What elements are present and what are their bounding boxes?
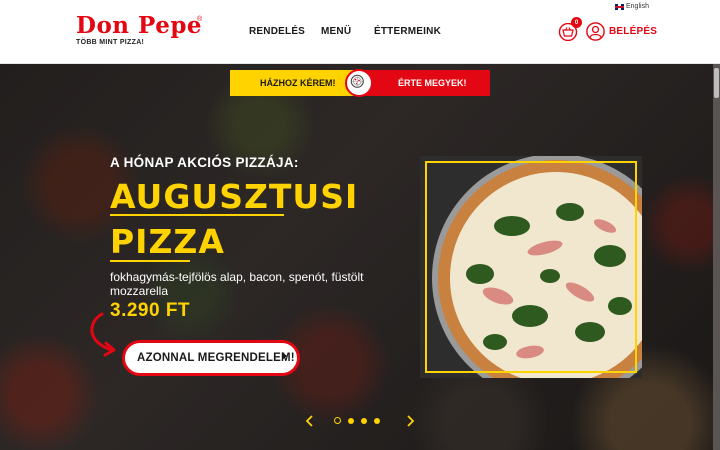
slider-dots [334,417,380,424]
scrollbar[interactable] [713,64,720,450]
order-now-label: AZONNAL MEGRENDELEM! [137,352,295,364]
promo-kicker: A HÓNAP AKCIÓS PIZZÁJA: [110,155,299,170]
slider-prev-icon[interactable] [303,414,317,428]
pickup-button[interactable]: ÉRTE MEGYEK! [360,70,490,96]
promo-description: fokhagymás-tejfölös alap, bacon, spenót,… [110,270,364,298]
order-now-button[interactable]: AZONNAL MEGRENDELEM! [122,340,300,376]
login-link[interactable]: BELÉPÉS [609,26,657,37]
nav-menu[interactable]: MENÜ [321,26,351,37]
hero-banner: HÁZHOZ KÉREM! ÉRTE MEGYEK! A HÓNAP AKCIÓ… [0,64,720,450]
pizza-illustration [420,156,642,378]
language-switch[interactable]: English [615,3,649,10]
site-header: Don Pepe ® TÖBB MINT PIZZA! RENDELÉS MEN… [0,0,720,64]
logo-wordmark: Don Pepe [76,12,203,39]
slider-dot[interactable] [374,417,380,424]
nav-order[interactable]: RENDELÉS [249,26,305,37]
logo-tagline: TÖBB MINT PIZZA! [76,39,145,46]
scrollbar-thumb[interactable] [714,68,719,98]
slider-next-icon[interactable] [403,414,417,428]
chevron-right-icon [282,352,287,360]
order-type-switch: HÁZHOZ KÉREM! ÉRTE MEGYEK! [230,69,490,97]
promo-title-line2: PIZZA [110,222,225,261]
title-underline [110,214,284,216]
title-underline [110,260,190,262]
slider-dot[interactable] [348,417,354,424]
nav-restaurants[interactable]: ÉTTERMEINK [374,26,441,37]
pizza-icon [345,69,373,97]
promo-title-line1: AUGUSZTUSI [110,177,359,216]
slider-dot[interactable] [361,417,367,424]
cart-count-badge: 0 [571,17,582,28]
pizza-image [420,156,642,378]
delivery-button[interactable]: HÁZHOZ KÉREM! [230,70,360,96]
registered-mark: ® [197,16,203,23]
logo[interactable]: Don Pepe ® TÖBB MINT PIZZA! [76,12,203,47]
slider-dot[interactable] [334,417,341,424]
delivery-label: HÁZHOZ KÉREM! [260,78,336,88]
flag-uk-icon [615,3,624,10]
pickup-label: ÉRTE MEGYEK! [398,78,467,88]
user-icon[interactable] [586,22,605,41]
language-label: English [626,3,649,10]
